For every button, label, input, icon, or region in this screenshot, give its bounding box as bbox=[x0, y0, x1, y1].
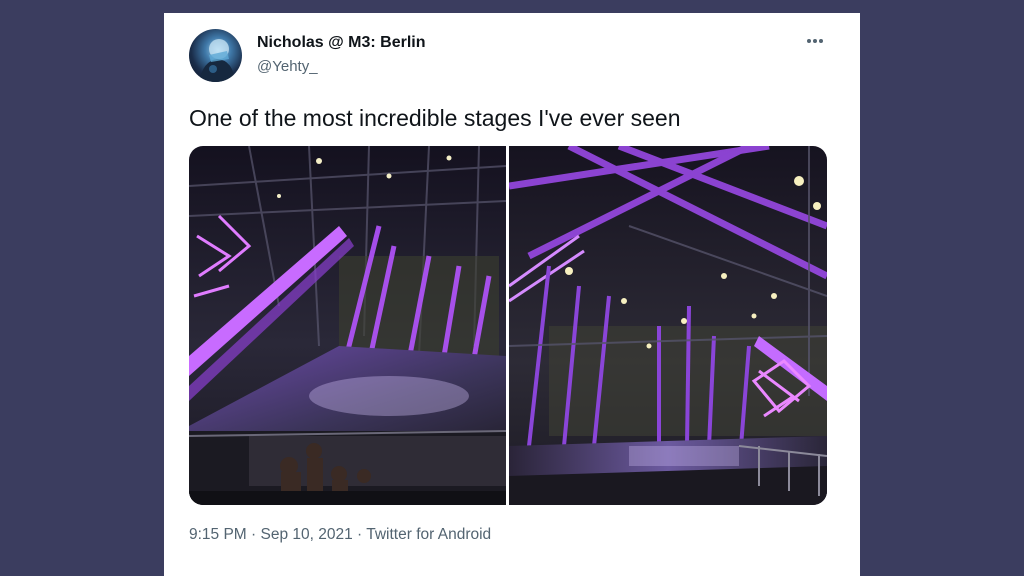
user-handle[interactable]: @Yehty_ bbox=[257, 58, 318, 75]
tweet-meta: 9:15 PM · Sep 10, 2021 · Twitter for And… bbox=[189, 526, 491, 544]
stage-photo-left[interactable] bbox=[189, 146, 506, 505]
meta-separator: · bbox=[246, 526, 261, 543]
more-options-button[interactable] bbox=[800, 31, 830, 51]
avatar-image bbox=[199, 39, 235, 82]
tweet-media[interactable] bbox=[189, 146, 827, 505]
tweet-time[interactable]: 9:15 PM bbox=[189, 526, 247, 543]
more-horizontal-icon bbox=[807, 39, 823, 43]
tweet-card[interactable]: Nicholas @ M3: Berlin @Yehty_ One of the… bbox=[164, 13, 860, 576]
meta-separator: · bbox=[352, 526, 367, 543]
tweet-source[interactable]: Twitter for Android bbox=[366, 526, 491, 543]
stage-photo-right[interactable] bbox=[509, 146, 827, 505]
tweet-text: One of the most incredible stages I've e… bbox=[189, 105, 681, 131]
display-name[interactable]: Nicholas @ M3: Berlin bbox=[257, 34, 426, 52]
avatar[interactable] bbox=[189, 29, 242, 82]
tweet-date[interactable]: Sep 10, 2021 bbox=[261, 526, 353, 543]
